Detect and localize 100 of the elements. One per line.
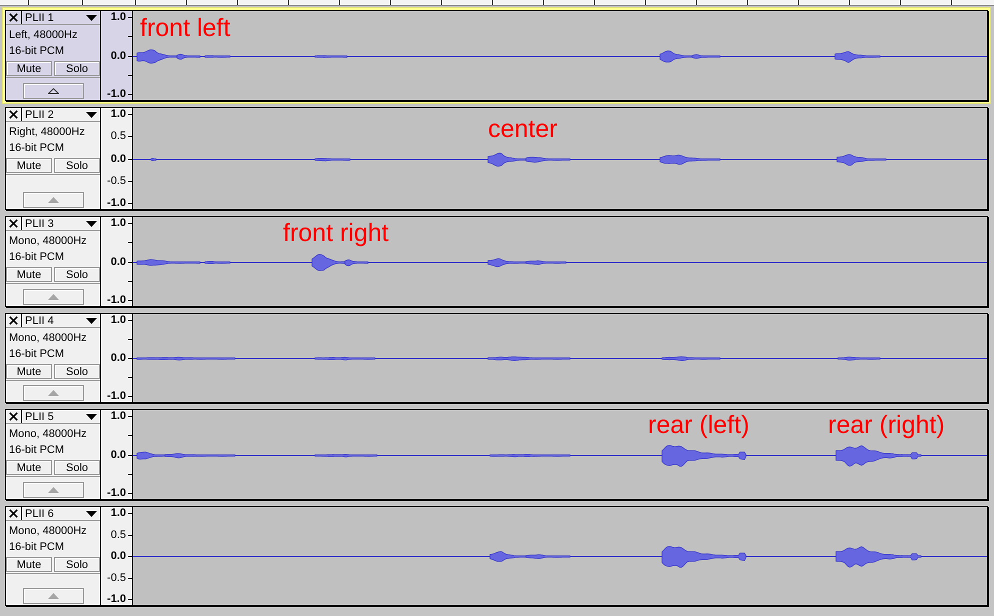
mute-button[interactable]: Mute: [6, 158, 52, 173]
collapse-button[interactable]: [22, 83, 84, 99]
scale-label: 0.0: [110, 152, 127, 164]
caret-down-icon: [86, 510, 97, 516]
sound-burst: [660, 154, 720, 165]
channel-info: Mono, 48000Hz: [9, 427, 88, 442]
close-icon: [9, 316, 18, 325]
scale-label: 1.0: [110, 507, 127, 519]
track-menu-button[interactable]: PLII 5: [22, 410, 100, 423]
scale-label: -1.0: [106, 593, 127, 605]
sound-burst: [834, 51, 880, 63]
close-icon: [9, 509, 18, 518]
scale-label: 1.0: [110, 108, 127, 120]
scale-label: 0.0: [110, 448, 127, 460]
sound-burst: [136, 259, 200, 266]
solo-button[interactable]: Solo: [54, 460, 100, 475]
scale-label: -1.0: [106, 197, 127, 209]
close-icon: [9, 13, 18, 22]
track-panel[interactable]: PLII 1 Left, 48000Hz 16-bit PCM Mute Solo 1.0 0.0 -1.0 front left: [2, 7, 991, 104]
close-icon: [9, 412, 18, 421]
sound-burst: [314, 356, 376, 360]
mute-button[interactable]: Mute: [6, 557, 52, 572]
sound-burst: [314, 158, 350, 162]
scale-label: -0.5: [106, 174, 127, 187]
caret-down-icon: [86, 14, 97, 20]
mute-button[interactable]: Mute: [6, 61, 52, 76]
sample-format: 16-bit PCM: [9, 44, 66, 59]
caret-up-icon: [48, 487, 58, 493]
track-menu-button[interactable]: PLII 3: [22, 217, 100, 230]
annotation-label: rear (right): [828, 413, 945, 438]
scale-label: 1.0: [110, 410, 127, 422]
track-panel[interactable]: PLII 6 Mono, 48000Hz 16-bit PCM Mute Solo 1.0 0.5 0.0 -0.5 -1.0: [2, 503, 991, 609]
caret-down-icon: [86, 112, 97, 118]
solo-button[interactable]: Solo: [54, 158, 100, 173]
scale-label: 1.0: [110, 11, 127, 23]
close-icon: [9, 219, 18, 228]
scale-label: -1.0: [106, 487, 127, 499]
channel-info: Mono, 48000Hz: [9, 524, 88, 539]
scale-label: -1.0: [106, 88, 127, 100]
track-menu-button[interactable]: PLII 1: [22, 11, 100, 24]
track-panel[interactable]: PLII 5 Mono, 48000Hz 16-bit PCM Mute Solo 1.0 0.0 -1.0 rear (left) rear (right): [2, 406, 991, 503]
sound-burst: [150, 158, 156, 162]
mute-button[interactable]: Mute: [6, 460, 52, 475]
channel-info: Left, 48000Hz: [9, 28, 78, 43]
caret-up-icon: [48, 294, 58, 300]
caret-up-icon: [48, 593, 58, 599]
sample-format: 16-bit PCM: [9, 540, 66, 555]
track-menu-button[interactable]: PLII 4: [22, 314, 100, 327]
collapse-button[interactable]: [22, 289, 84, 305]
track-panel[interactable]: PLII 4 Mono, 48000Hz 16-bit PCM Mute Solo 1.0 0.0 -1.0: [2, 310, 991, 406]
scale-label: 0.5: [110, 130, 127, 142]
scale-label: 1.0: [110, 314, 127, 326]
channel-info: Mono, 48000Hz: [9, 331, 88, 346]
track-panel[interactable]: PLII 3 Mono, 48000Hz 16-bit PCM Mute Solo 1.0 0.0 -1.0 front right: [2, 213, 991, 310]
annotation-label: rear (left): [648, 413, 750, 438]
sound-burst: [836, 154, 886, 166]
scale-label: 1.0: [110, 217, 127, 229]
track-menu-button[interactable]: PLII 2: [22, 108, 100, 121]
caret-up-icon: [48, 197, 58, 203]
sound-burst: [204, 55, 230, 58]
collapse-button[interactable]: [22, 192, 84, 208]
close-icon: [9, 110, 18, 119]
solo-button[interactable]: Solo: [54, 364, 100, 379]
annotation-label: front left: [140, 16, 230, 41]
solo-button[interactable]: Solo: [54, 557, 100, 572]
track-menu-button[interactable]: PLII 6: [22, 507, 100, 520]
caret-down-icon: [86, 318, 97, 324]
collapse-button[interactable]: [22, 482, 84, 498]
sound-burst: [314, 454, 378, 458]
collapse-button[interactable]: [22, 588, 84, 604]
mute-button[interactable]: Mute: [6, 267, 52, 282]
sample-format: 16-bit PCM: [9, 250, 66, 265]
caret-up-icon: [48, 88, 58, 94]
scale-label: -1.0: [106, 294, 127, 306]
sound-burst: [838, 356, 880, 360]
collapse-button[interactable]: [22, 385, 84, 401]
annotation-label: front right: [283, 221, 389, 246]
mute-button[interactable]: Mute: [6, 364, 52, 379]
scale-label: -1.0: [106, 390, 127, 402]
channel-info: Mono, 48000Hz: [9, 234, 88, 249]
scale-label: 0.5: [110, 528, 127, 540]
scale-label: 0.0: [110, 50, 127, 62]
scale-label: 0.0: [110, 352, 127, 364]
sample-format: 16-bit PCM: [9, 141, 66, 156]
scale-label: 0.0: [110, 256, 127, 268]
caret-down-icon: [86, 220, 97, 226]
caret-up-icon: [48, 390, 58, 396]
scale-label: -0.5: [106, 572, 127, 584]
solo-button[interactable]: Solo: [54, 267, 100, 282]
sample-format: 16-bit PCM: [9, 347, 66, 362]
solo-button[interactable]: Solo: [54, 61, 100, 76]
track-panel[interactable]: PLII 2 Right, 48000Hz 16-bit PCM Mute Solo 1.0 0.5 0.0 -0.5 -1.0 center: [2, 104, 991, 213]
scale-label: 0.0: [110, 550, 127, 562]
sample-format: 16-bit PCM: [9, 443, 66, 458]
sound-burst: [314, 55, 348, 58]
annotation-label: center: [488, 117, 558, 142]
sound-burst: [662, 356, 720, 361]
channel-info: Right, 48000Hz: [9, 125, 86, 140]
sound-burst: [204, 261, 230, 264]
caret-down-icon: [86, 414, 97, 420]
